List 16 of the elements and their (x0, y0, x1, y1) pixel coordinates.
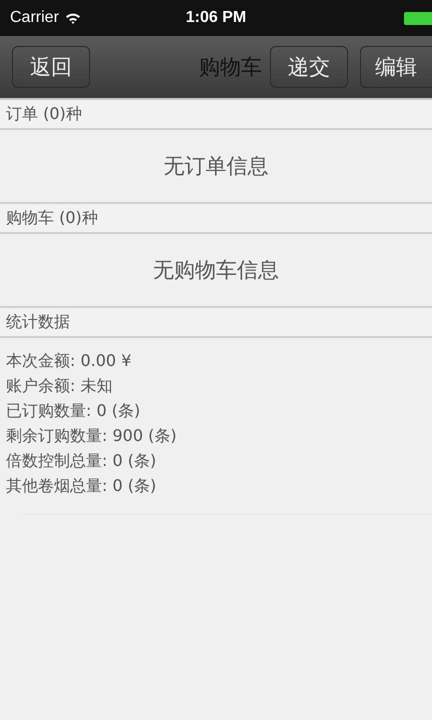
nav-button[interactable]: 编辑 (360, 46, 432, 88)
carrier-name: Carrier (10, 9, 59, 27)
back-button[interactable]: 返回 (12, 46, 90, 88)
stat-line: 倍数控制总量: 0 (条) (6, 450, 158, 472)
stat-line: 剩余订购数量: 900 (条) (6, 425, 178, 447)
stat-line: 其他卷烟总量: 0 (条) (6, 475, 158, 497)
stat-line: 本次金额: 0.00 ¥ (6, 350, 132, 372)
empty-message: 无订单信息 (164, 153, 268, 180)
battery-icon (404, 12, 432, 25)
status-time: 1:06 PM (184, 9, 248, 27)
nav-button[interactable]: 递交 (270, 46, 348, 88)
wifi-icon (64, 12, 81, 24)
stat-line: 已订购数量: 0 (条) (6, 400, 142, 422)
empty-message: 无购物车信息 (153, 257, 279, 284)
page-title: 购物车 (199, 54, 262, 81)
stat-line: 账户余额: 未知 (6, 375, 114, 397)
